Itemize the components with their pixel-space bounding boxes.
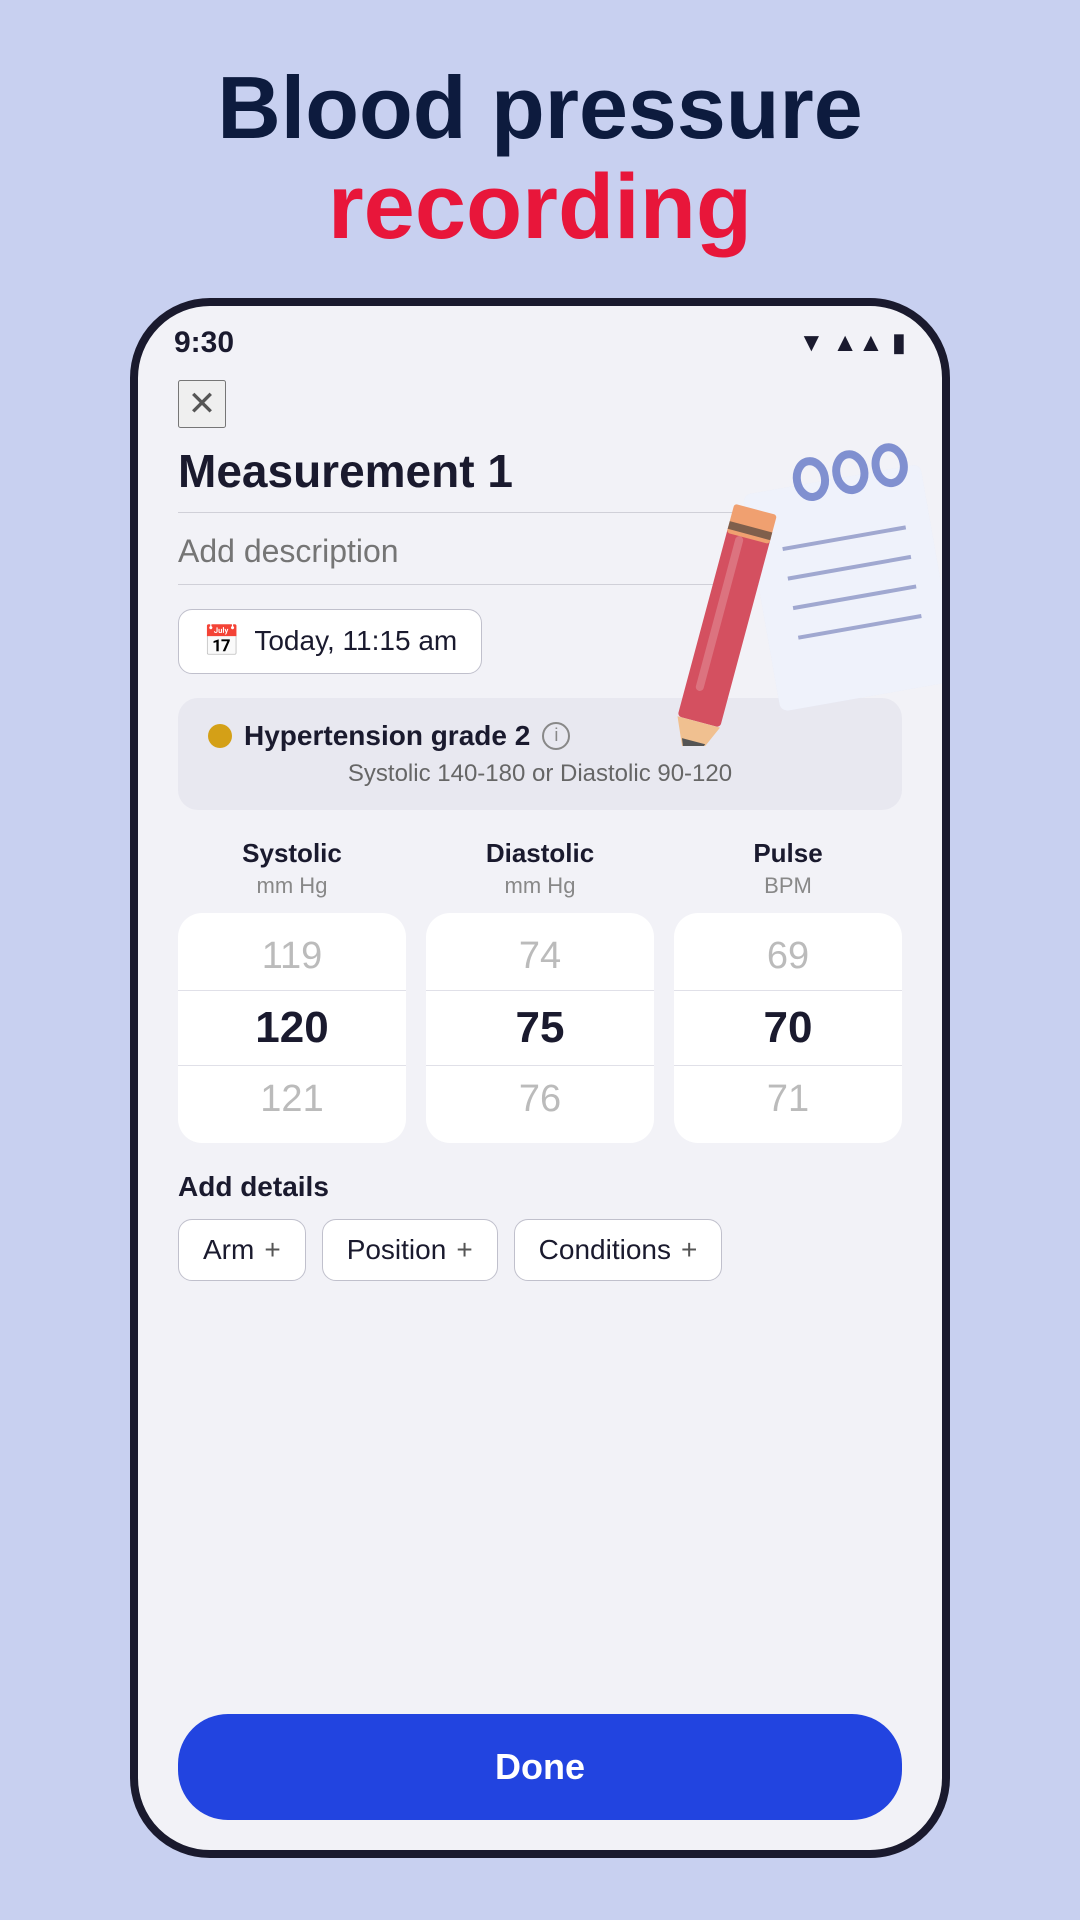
position-chip-label: Position xyxy=(347,1234,447,1266)
close-button[interactable]: ✕ xyxy=(178,380,226,428)
diastolic-picker[interactable]: 74 75 76 xyxy=(426,913,654,1143)
status-bar: 9:30 ▼ ▲▲ ▮ xyxy=(138,306,942,370)
arm-chip[interactable]: Arm + xyxy=(178,1219,306,1281)
pulse-value-selected: 70 xyxy=(674,990,902,1066)
hypertension-row: Hypertension grade 2 i xyxy=(208,720,872,752)
systolic-label: Systolic xyxy=(242,838,342,869)
description-input[interactable] xyxy=(178,533,902,585)
diastolic-value-below: 76 xyxy=(426,1066,654,1133)
position-chip-plus-icon: + xyxy=(456,1234,472,1266)
calendar-icon: 📅 xyxy=(203,624,240,659)
title-line1: Blood pressure xyxy=(217,60,862,157)
pulse-picker[interactable]: 69 70 71 xyxy=(674,913,902,1143)
conditions-chip-plus-icon: + xyxy=(681,1234,697,1266)
diastolic-value-above: 74 xyxy=(426,923,654,990)
pulse-value-above: 69 xyxy=(674,923,902,990)
systolic-column: Systolic mm Hg 119 120 121 xyxy=(178,838,406,1143)
add-details-label: Add details xyxy=(178,1171,902,1203)
diastolic-unit: mm Hg xyxy=(505,873,576,899)
hypertension-label: Hypertension grade 2 xyxy=(244,720,530,752)
systolic-value-selected: 120 xyxy=(178,990,406,1066)
diastolic-value-selected: 75 xyxy=(426,990,654,1066)
diastolic-column: Diastolic mm Hg 74 75 76 xyxy=(426,838,654,1143)
info-icon[interactable]: i xyxy=(542,722,570,750)
done-button[interactable]: Done xyxy=(178,1714,902,1820)
page-title: Blood pressure recording xyxy=(217,60,862,258)
systolic-value-above: 119 xyxy=(178,923,406,990)
position-chip[interactable]: Position + xyxy=(322,1219,498,1281)
systolic-value-below: 121 xyxy=(178,1066,406,1133)
conditions-chip[interactable]: Conditions + xyxy=(514,1219,723,1281)
systolic-unit: mm Hg xyxy=(257,873,328,899)
arm-chip-label: Arm xyxy=(203,1234,254,1266)
systolic-picker[interactable]: 119 120 121 xyxy=(178,913,406,1143)
app-content: ✕ Measurement 1 📅 Today, 11:15 am Hypert… xyxy=(138,370,942,1714)
pulse-label: Pulse xyxy=(753,838,822,869)
status-time: 9:30 xyxy=(174,326,234,360)
measurement-title: Measurement 1 xyxy=(178,444,902,513)
status-icons: ▼ ▲▲ ▮ xyxy=(798,327,906,358)
date-button[interactable]: 📅 Today, 11:15 am xyxy=(178,609,482,674)
date-label: Today, 11:15 am xyxy=(254,625,457,657)
close-icon: ✕ xyxy=(188,387,217,421)
details-chips-row: Arm + Position + Conditions + xyxy=(178,1219,902,1281)
title-line2: recording xyxy=(217,157,862,258)
arm-chip-plus-icon: + xyxy=(264,1234,280,1266)
conditions-chip-label: Conditions xyxy=(539,1234,671,1266)
diastolic-label: Diastolic xyxy=(486,838,594,869)
hypertension-banner: Hypertension grade 2 i Systolic 140-180 … xyxy=(178,698,902,810)
pulse-column: Pulse BPM 69 70 71 xyxy=(674,838,902,1143)
signal-icon: ▲▲ xyxy=(832,327,883,358)
wifi-icon: ▼ xyxy=(798,327,824,358)
measurements-row: Systolic mm Hg 119 120 121 Diastolic mm … xyxy=(178,838,902,1143)
phone-frame: 9:30 ▼ ▲▲ ▮ ✕ Measurement 1 📅 Today, 11:… xyxy=(130,298,950,1858)
battery-icon: ▮ xyxy=(892,327,906,358)
pulse-unit: BPM xyxy=(764,873,812,899)
hypertension-dot xyxy=(208,724,232,748)
pulse-value-below: 71 xyxy=(674,1066,902,1133)
hypertension-description: Systolic 140-180 or Diastolic 90-120 xyxy=(208,760,872,788)
